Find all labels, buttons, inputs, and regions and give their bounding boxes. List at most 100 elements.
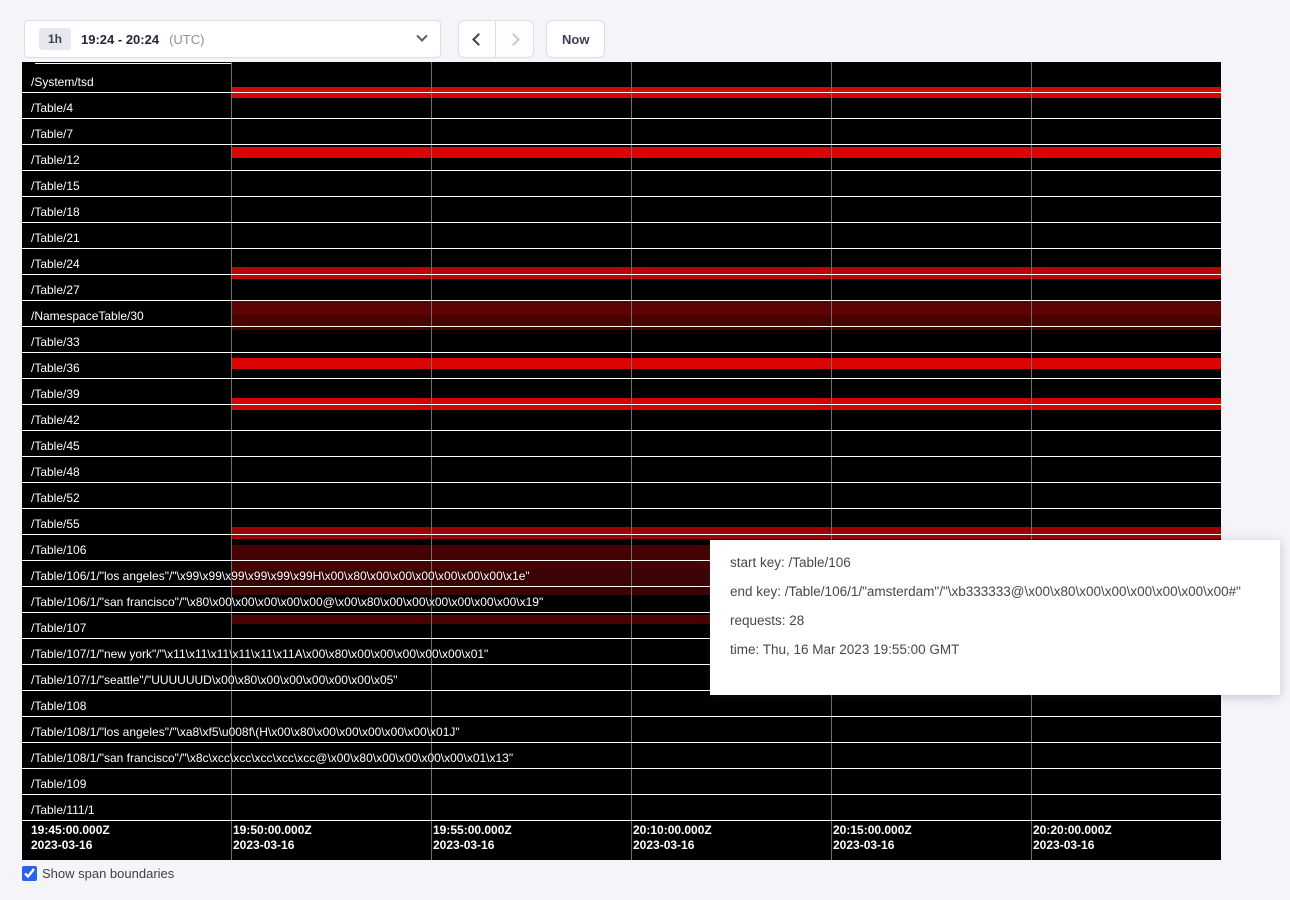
span-label: /Table/106/1/"san francisco"/"\x80\x00\x… [31,596,543,609]
span-boundary-line [22,274,1221,275]
tooltip-time: time: Thu, 16 Mar 2023 19:55:00 GMT [730,642,1260,657]
prev-interval-button[interactable] [458,20,496,58]
span-label: /Table/7 [31,128,73,141]
span-boundary-line [22,170,1221,171]
toolbar: 1h 19:24 - 20:24 (UTC) Now [24,20,605,58]
hover-tooltip: start key: /Table/106 end key: /Table/10… [710,540,1280,695]
now-button[interactable]: Now [546,20,605,58]
span-boundary-line [22,534,1221,535]
span-boundary-line [22,118,1221,119]
span-label: /Table/52 [31,492,80,505]
span-label: /Table/18 [31,206,80,219]
time-gridline [431,62,432,860]
heat-band [231,147,1221,158]
tick-date: 2023-03-16 [233,838,312,853]
span-boundary-line [22,196,1221,197]
tick-date: 2023-03-16 [433,838,512,853]
span-boundary-line [22,404,1221,405]
tick-time: 19:45:00.000Z [31,823,110,838]
tooltip-end-key: end key: /Table/106/1/"amsterdam"/"\xb33… [730,584,1260,599]
span-label: /Table/24 [31,258,80,271]
chevron-right-icon [507,33,520,46]
time-axis-label: 20:20:00.000Z2023-03-16 [1033,823,1112,853]
span-boundary-line [35,63,231,64]
range-timezone: (UTC) [169,32,204,47]
span-boundary-line [22,794,1221,795]
span-label: /Table/111/1 [31,804,95,817]
span-boundary-line [22,352,1221,353]
chevron-left-icon [472,33,485,46]
span-boundary-line [22,508,1221,509]
span-boundary-line [22,222,1221,223]
tick-date: 2023-03-16 [833,838,912,853]
span-boundary-line [22,456,1221,457]
show-span-boundaries-label: Show span boundaries [42,866,174,881]
heat-band [231,315,1221,330]
tick-time: 19:55:00.000Z [433,823,512,838]
span-label: /Table/39 [31,388,80,401]
span-label: /Table/107 [31,622,86,635]
span-label: /NamespaceTable/30 [31,310,144,323]
span-label: /Table/107/1/"seattle"/"UUUUUUD\x00\x80\… [31,674,398,687]
key-visualizer-canvas[interactable]: /System/tsd/Table/4/Table/7/Table/12/Tab… [22,62,1221,860]
next-interval-button[interactable] [496,20,534,58]
span-boundary-line [22,300,1221,301]
span-label: /Table/106/1/"los angeles"/"\x99\x99\x99… [31,570,530,583]
span-label: /Table/33 [31,336,80,349]
span-label: /System/tsd [31,76,94,89]
show-span-boundaries-checkbox[interactable] [22,866,37,881]
span-boundary-line [22,378,1221,379]
time-gridline [831,62,832,860]
tooltip-start-key: start key: /Table/106 [730,555,1260,570]
span-label: /Table/107/1/"new york"/"\x11\x11\x11\x1… [31,648,488,661]
span-label: /Table/108 [31,700,86,713]
span-boundary-line [22,92,1221,93]
time-gridline [631,62,632,860]
time-axis-label: 20:10:00.000Z2023-03-16 [633,823,712,853]
span-boundary-line [22,326,1221,327]
span-boundary-line [22,768,1221,769]
span-label: /Table/109 [31,778,86,791]
span-boundary-line [22,144,1221,145]
tick-time: 20:15:00.000Z [833,823,912,838]
range-text: 19:24 - 20:24 [81,32,159,47]
time-gridline [1031,62,1032,860]
time-nav-group [458,20,534,58]
time-axis-label: 19:55:00.000Z2023-03-16 [433,823,512,853]
heat-band [231,300,1221,315]
time-gridline [231,62,232,860]
span-label: /Table/21 [31,232,80,245]
tooltip-requests: requests: 28 [730,613,1260,628]
heat-band [231,267,1221,279]
time-axis-label: 20:15:00.000Z2023-03-16 [833,823,912,853]
span-boundary-line [22,482,1221,483]
span-label: /Table/12 [31,154,80,167]
span-label: /Table/108/1/"los angeles"/"\xa8\xf5\u00… [31,726,460,739]
time-axis-label: 19:50:00.000Z2023-03-16 [233,823,312,853]
time-axis-label: 19:45:00.000Z2023-03-16 [31,823,110,853]
time-range-select[interactable]: 1h 19:24 - 20:24 (UTC) [24,20,441,58]
span-boundary-line [22,430,1221,431]
tick-time: 19:50:00.000Z [233,823,312,838]
tick-date: 2023-03-16 [1033,838,1112,853]
span-label: /Table/55 [31,518,80,531]
span-label: /Table/4 [31,102,73,115]
range-duration-badge: 1h [39,28,71,50]
span-label: /Table/106 [31,544,86,557]
span-boundary-line [22,742,1221,743]
show-span-boundaries: Show span boundaries [22,866,174,881]
span-label: /Table/48 [31,466,80,479]
tick-date: 2023-03-16 [633,838,712,853]
heat-band [231,527,1221,539]
span-label: /Table/42 [31,414,80,427]
span-label: /Table/15 [31,180,80,193]
span-boundary-line [22,820,1221,821]
span-label: /Table/45 [31,440,80,453]
span-boundary-line [22,248,1221,249]
chevron-down-icon [416,31,427,42]
tick-time: 20:10:00.000Z [633,823,712,838]
heat-band [231,358,1221,369]
span-label: /Table/27 [31,284,80,297]
tick-date: 2023-03-16 [31,838,110,853]
span-label: /Table/36 [31,362,80,375]
